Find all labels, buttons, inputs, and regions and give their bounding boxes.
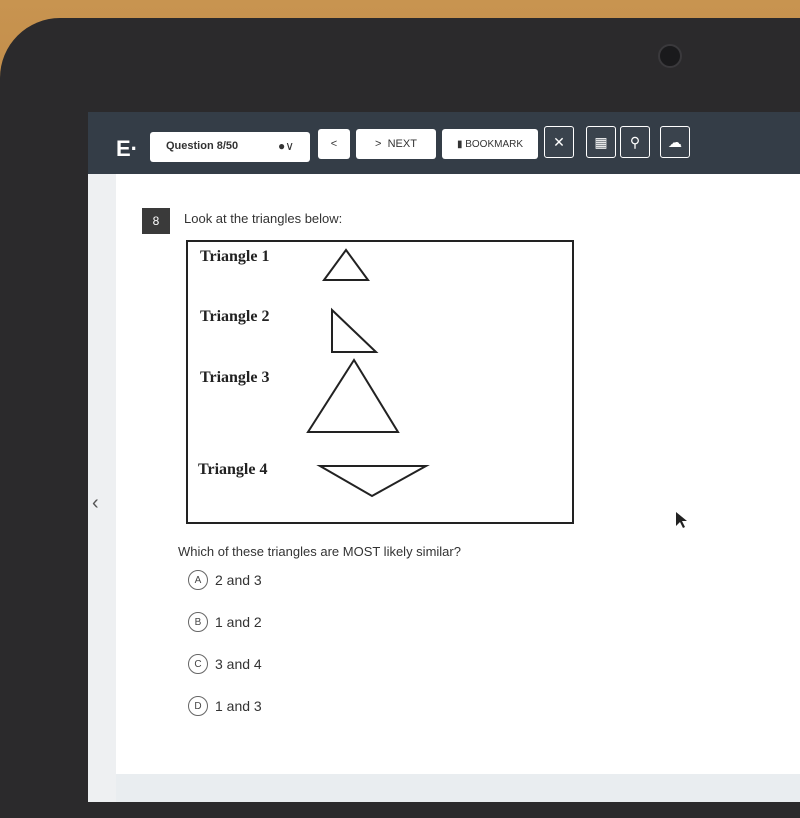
option-b[interactable]: B 1 and 2: [188, 612, 262, 632]
option-c-bubble[interactable]: C: [188, 654, 208, 674]
question-panel: 8 Look at the triangles below: Triangle …: [116, 174, 800, 774]
question-prompt: Look at the triangles below:: [184, 211, 343, 226]
bookmark-icon: ▮: [456, 138, 466, 150]
option-d-bubble[interactable]: D: [188, 696, 208, 716]
option-a-text: 2 and 3: [215, 572, 262, 588]
close-icon[interactable]: ✕: [544, 126, 574, 158]
calendar-icon[interactable]: ▦: [586, 126, 616, 158]
info-icon[interactable]: ●∨: [278, 139, 294, 153]
webcam: [658, 44, 682, 68]
option-d-text: 1 and 3: [215, 698, 262, 714]
option-c[interactable]: C 3 and 4: [188, 654, 262, 674]
option-a[interactable]: A 2 and 3: [188, 570, 262, 590]
next-button[interactable]: > NEXT: [356, 129, 436, 159]
screen: E· Question 8/50 ●∨ < > NEXT ▮ BOOKMARK …: [88, 112, 800, 802]
previous-button[interactable]: <: [318, 129, 350, 159]
triangle-2: [331, 307, 379, 353]
app-logo: E·: [116, 136, 138, 161]
mouse-cursor-icon: [676, 512, 687, 528]
chevron-right-icon: >: [375, 138, 388, 150]
cloud-upload-icon[interactable]: ☁: [660, 126, 690, 158]
triangle-1: [322, 248, 370, 281]
top-toolbar: E· Question 8/50 ●∨ < > NEXT ▮ BOOKMARK …: [88, 112, 800, 174]
option-d[interactable]: D 1 and 3: [188, 696, 262, 716]
bookmark-label: BOOKMARK: [465, 138, 524, 150]
triangle-4: [316, 465, 430, 498]
option-a-bubble[interactable]: A: [188, 570, 208, 590]
left-nav-strip: ‹: [88, 174, 116, 802]
triangles-drawing: [306, 248, 430, 498]
question-text: Which of these triangles are MOST likely…: [178, 544, 461, 559]
back-chevron-icon[interactable]: ‹: [92, 492, 99, 515]
question-selector[interactable]: Question 8/50 ●∨: [150, 132, 310, 162]
option-c-text: 3 and 4: [215, 656, 262, 672]
triangles-figure: Triangle 1 Triangle 2 Triangle 3 Triangl…: [186, 240, 574, 524]
triangle-3: [306, 358, 400, 433]
bookmark-button[interactable]: ▮ BOOKMARK: [442, 129, 538, 159]
magnifier-icon[interactable]: ⚲: [620, 126, 650, 158]
option-b-bubble[interactable]: B: [188, 612, 208, 632]
option-b-text: 1 and 2: [215, 614, 262, 630]
next-label: NEXT: [387, 138, 417, 150]
question-number: 8: [142, 208, 170, 234]
question-selector-label: Question 8/50: [166, 140, 239, 152]
